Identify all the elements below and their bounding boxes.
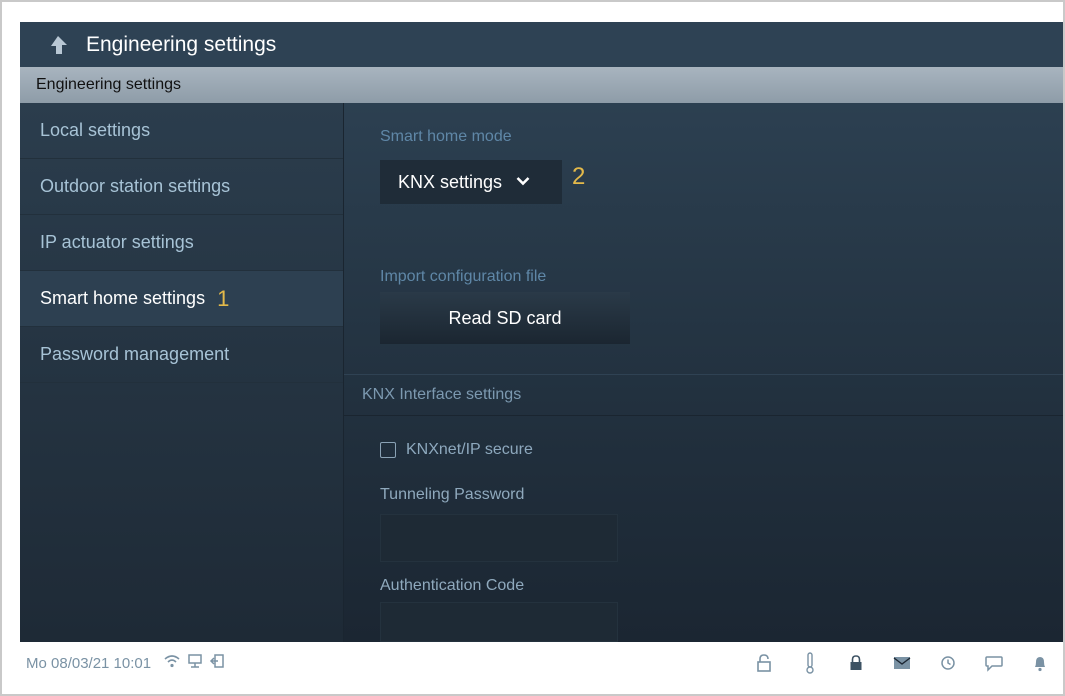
authentication-code-field[interactable] [380, 602, 618, 642]
network-icon [187, 653, 203, 674]
callout-marker-1: 1 [217, 285, 230, 311]
status-bar: Mo 08/03/21 10:01 [20, 642, 1063, 684]
exit-icon [209, 653, 225, 674]
section-title: Engineering settings [36, 76, 181, 93]
sidebar-item-smart-home-settings[interactable]: Smart home settings 1 [20, 271, 343, 327]
thermometer-icon[interactable] [787, 652, 833, 674]
main-content: Smart home mode KNX settings 2 Import co… [344, 103, 1063, 642]
callout-marker-2: 2 [572, 163, 586, 190]
sidebar-item-local-settings[interactable]: Local settings [20, 103, 343, 159]
tunneling-password-label: Tunneling Password [380, 486, 525, 503]
sidebar-item-label: Password management [40, 344, 230, 364]
import-config-label: Import configuration file [380, 268, 547, 285]
section-header: Engineering settings [20, 67, 1063, 103]
knxnet-secure-checkbox-row[interactable]: KNXnet/IP secure [380, 441, 533, 459]
page-title: Engineering settings [86, 32, 277, 56]
knx-interface-header: KNX Interface settings [344, 374, 1063, 416]
title-bar: Engineering settings [20, 22, 1063, 67]
lock-icon[interactable] [741, 653, 787, 673]
smart-home-mode-select[interactable]: KNX settings [380, 160, 562, 204]
knxnet-secure-label: KNXnet/IP secure [406, 441, 533, 458]
sidebar-item-label: Outdoor station settings [40, 176, 231, 196]
bell-icon[interactable] [1017, 654, 1063, 672]
sidebar-item-label: Local settings [40, 120, 151, 140]
status-datetime: Mo 08/03/21 10:01 [26, 654, 152, 672]
tunneling-password-field[interactable] [380, 514, 618, 562]
history-icon[interactable] [925, 655, 971, 671]
back-arrow-icon[interactable] [38, 22, 78, 67]
authentication-code-label: Authentication Code [380, 577, 525, 594]
sidebar-item-ip-actuator-settings[interactable]: IP actuator settings [20, 215, 343, 271]
wifi-icon [163, 653, 181, 674]
select-value: KNX settings [398, 171, 503, 192]
smart-home-mode-label: Smart home mode [380, 128, 512, 145]
chevron-down-icon [516, 173, 530, 191]
sidebar-item-label: Smart home settings [40, 288, 206, 308]
sidebar-item-password-management[interactable]: Password management [20, 327, 343, 383]
lock-small-icon[interactable] [833, 654, 879, 672]
knx-interface-title: KNX Interface settings [362, 386, 522, 403]
knxnet-secure-checkbox[interactable] [380, 442, 396, 458]
sidebar-item-label: IP actuator settings [40, 232, 194, 252]
read-sd-card-button[interactable]: Read SD card [380, 292, 630, 344]
panel-screen: Engineering settings Engineering setting… [20, 22, 1063, 642]
sidebar-item-outdoor-station-settings[interactable]: Outdoor station settings [20, 159, 343, 215]
chat-icon[interactable] [971, 654, 1017, 672]
sidebar: Local settings Outdoor station settings … [20, 103, 343, 642]
mail-icon[interactable] [879, 656, 925, 670]
